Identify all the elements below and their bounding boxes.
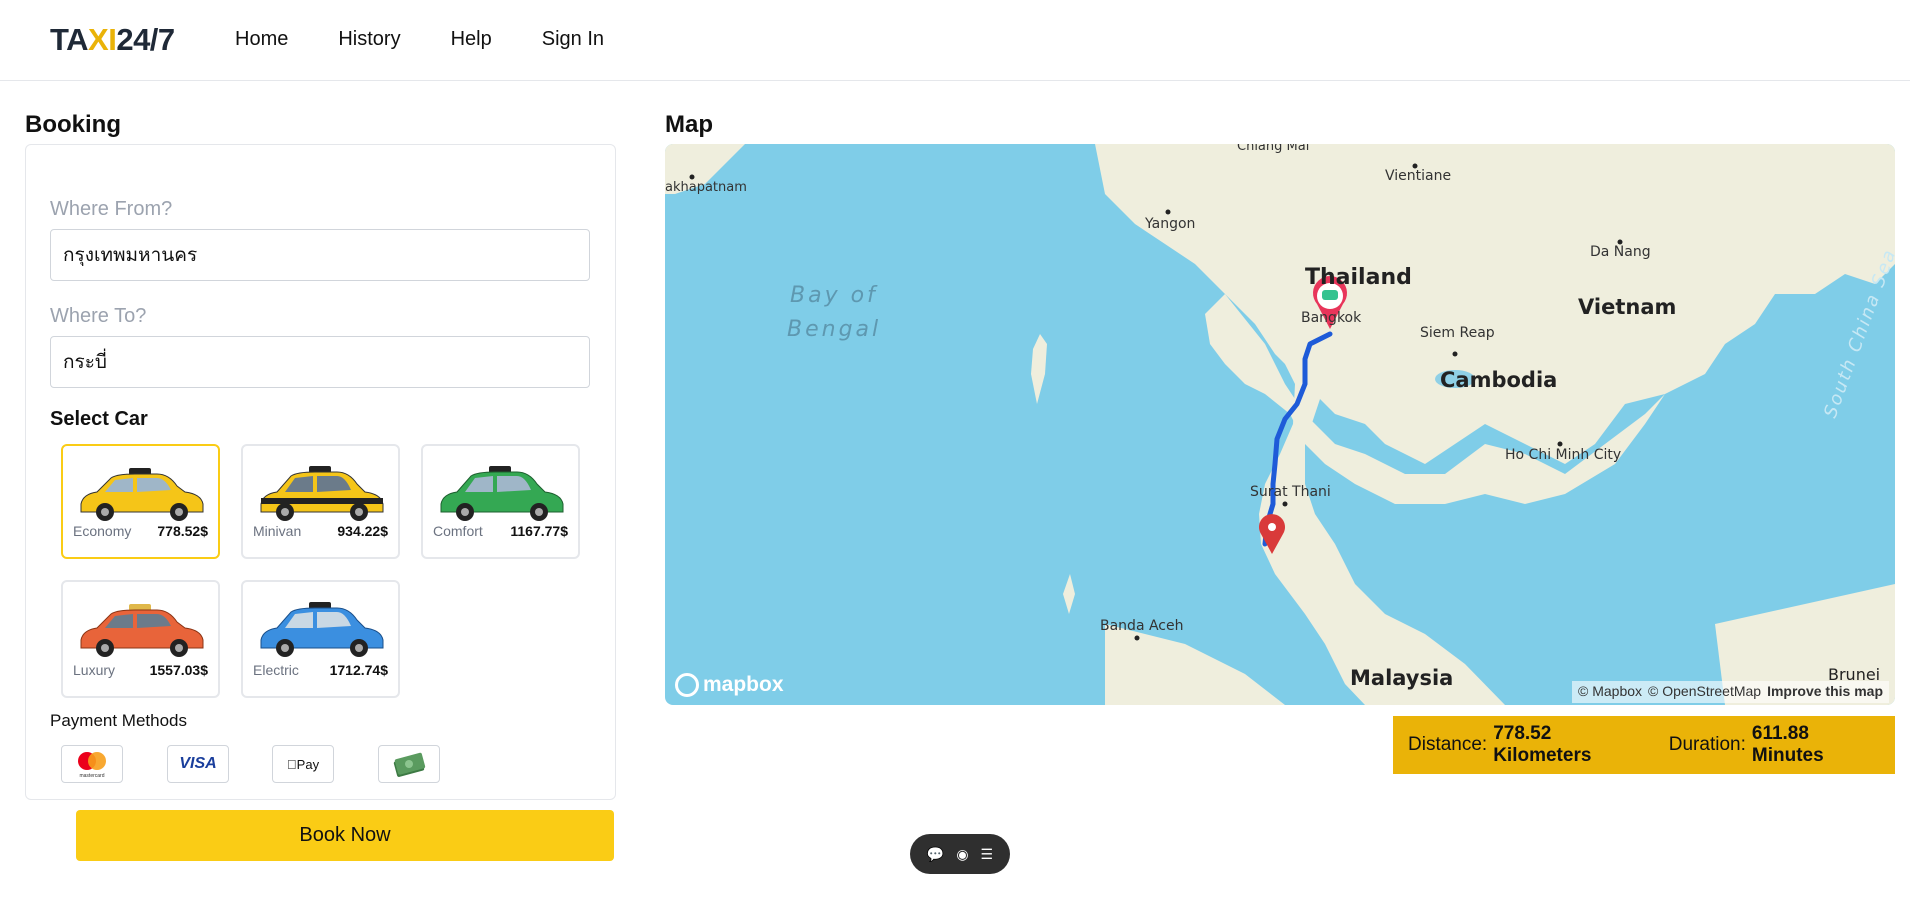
nav-history[interactable]: History [338, 28, 400, 51]
duration-label: Duration: [1668, 734, 1746, 755]
duration-value: 611.88 Minutes [1751, 723, 1824, 766]
label-vishakhapatnam: akhapatnam [665, 180, 747, 195]
label-banda-aceh: Banda Aceh [1100, 618, 1184, 634]
route-map[interactable]: Chiang Mai Vientiane Yangon Da Nang Thai… [665, 144, 1895, 705]
city-dot [1165, 209, 1171, 215]
logo-text-b: XI [88, 22, 117, 57]
car-price: 1712.74$ [329, 662, 388, 678]
apple-pay-icon: Pay [287, 757, 319, 772]
attribution-osm[interactable]: © OpenStreetMap [1648, 683, 1761, 701]
booking-title: Booking [25, 111, 121, 138]
cash-icon [393, 752, 426, 777]
car-price: 1167.77$ [510, 523, 568, 539]
label-vietnam: Vietnam [1578, 295, 1676, 319]
comfort-car-icon [440, 466, 564, 521]
car-price: 1557.03$ [149, 662, 208, 678]
economy-car-icon [80, 468, 204, 521]
nav-home[interactable]: Home [235, 28, 288, 51]
select-car-label: Select Car [50, 408, 148, 430]
map-title: Map [665, 111, 713, 138]
car-option-luxury[interactable]: Luxury 1557.03$ [61, 580, 220, 698]
from-label: Where From? [50, 198, 173, 220]
menu-icon[interactable]: ☰ [981, 846, 994, 863]
city-dot [1134, 635, 1140, 641]
distance-value: 778.52 Kilometers [1493, 723, 1592, 766]
mastercard-text: mastercard [79, 773, 104, 779]
city-dot [1452, 351, 1458, 357]
mapbox-logo-icon [675, 673, 699, 697]
payment-methods-label: Payment Methods [50, 711, 188, 730]
car-name: Comfort [433, 523, 483, 539]
attribution-mapbox[interactable]: © Mapbox [1578, 683, 1642, 701]
payment-apple-pay[interactable]: Pay [272, 745, 334, 783]
label-bengal: Bengal [787, 317, 881, 342]
label-da-nang: Da Nang [1590, 244, 1651, 260]
land-nicobar [1063, 574, 1075, 614]
eye-icon[interactable]: ◉ [956, 846, 968, 863]
payment-mastercard[interactable]: mastercard [61, 745, 123, 783]
chat-icon[interactable]: 💬 [927, 846, 944, 863]
car-name: Electric [253, 662, 299, 678]
apple-glyph:  [287, 757, 297, 772]
logo-text-a: TA [50, 22, 89, 57]
label-cambodia: Cambodia [1440, 368, 1557, 392]
label-malaysia: Malaysia [1350, 666, 1453, 690]
logo[interactable]: TAXI24/7 [50, 22, 175, 58]
mapbox-logo-text: mapbox [703, 673, 784, 696]
apple-pay-text: Pay [291, 756, 319, 772]
map-attribution: © Mapbox © OpenStreetMap Improve this ma… [1572, 681, 1889, 703]
from-input[interactable]: กรุงเทพมหานคร [50, 229, 590, 281]
car-name: Luxury [73, 662, 116, 678]
floating-toolbar: 💬 ◉ ☰ [910, 834, 1010, 874]
payment-cash[interactable] [378, 745, 440, 783]
map-canvas: Chiang Mai Vientiane Yangon Da Nang Thai… [665, 144, 1895, 705]
land-andaman [1031, 334, 1047, 404]
car-option-electric[interactable]: Electric 1712.74$ [241, 580, 400, 698]
mapbox-logo[interactable]: mapbox [675, 673, 784, 697]
visa-icon: VISA [179, 755, 217, 772]
car-name: Minivan [253, 523, 302, 539]
minivan-car-icon [260, 466, 384, 521]
label-thailand: Thailand [1305, 265, 1412, 290]
label-vientiane: Vientiane [1385, 168, 1451, 184]
electric-car-icon [260, 602, 384, 657]
to-input[interactable]: กระบี่ [50, 336, 590, 388]
car-option-economy[interactable]: Economy 778.52$ [61, 444, 220, 559]
land-sumatra [1105, 624, 1285, 705]
nav-help[interactable]: Help [451, 28, 492, 51]
top-navbar: TAXI24/7 Home History Help Sign In [0, 0, 1910, 81]
nav-sign-in[interactable]: Sign In [542, 28, 604, 51]
label-ho-chi-minh: Ho Chi Minh City [1505, 447, 1621, 463]
label-bay-of: Bay of [790, 283, 878, 308]
improve-map-link[interactable]: Improve this map [1767, 683, 1883, 701]
payment-visa[interactable]: VISA [167, 745, 229, 783]
city-dot [689, 174, 695, 180]
label-bangkok: Bangkok [1301, 310, 1362, 326]
car-option-minivan[interactable]: Minivan 934.22$ [241, 444, 400, 559]
car-option-comfort[interactable]: Comfort 1167.77$ [421, 444, 580, 559]
label-yangon: Yangon [1144, 216, 1195, 232]
label-chiang-mai: Chiang Mai [1237, 144, 1309, 154]
label-surat-thani: Surat Thani [1250, 484, 1331, 500]
distance-label: Distance: [1408, 734, 1488, 755]
luxury-car-icon [80, 604, 204, 657]
trip-info-box: Distance: 778.52 Kilometers Duration: 61… [1393, 716, 1895, 774]
book-now-button[interactable]: Book Now [76, 810, 614, 861]
to-label: Where To? [50, 305, 147, 327]
car-name: Economy [73, 523, 132, 539]
car-price: 934.22$ [337, 523, 388, 539]
city-dot [1557, 441, 1563, 447]
car-price: 778.52$ [157, 523, 208, 539]
mastercard-icon: mastercard [78, 752, 106, 779]
label-siem-reap: Siem Reap [1420, 325, 1495, 341]
logo-text-c: 24/7 [116, 22, 175, 57]
city-dot [1282, 501, 1288, 507]
main-nav: Home History Help Sign In [235, 28, 604, 51]
